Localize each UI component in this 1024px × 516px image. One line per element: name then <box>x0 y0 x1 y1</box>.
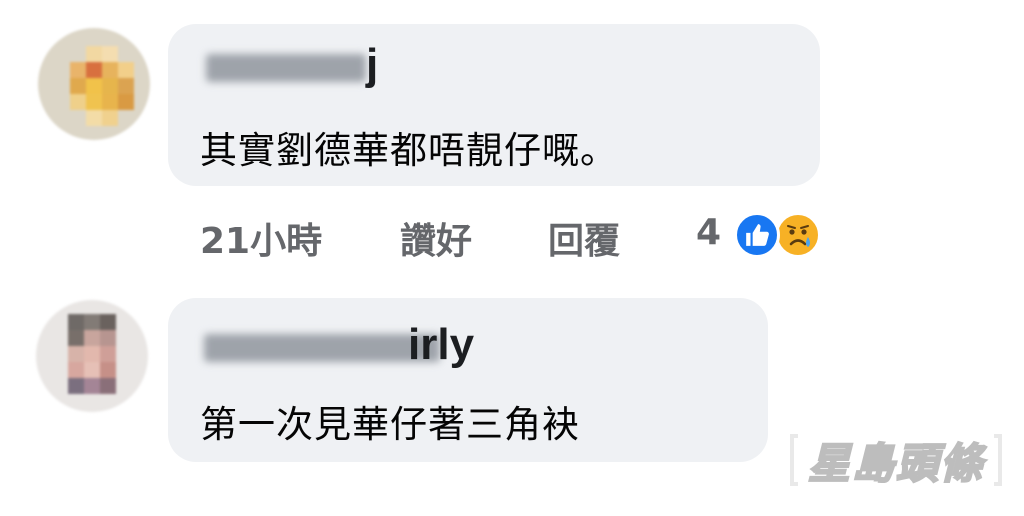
reaction-count[interactable]: 4 <box>696 212 721 253</box>
sad-face-icon <box>787 225 810 247</box>
like-button[interactable]: 讚好 <box>400 212 472 264</box>
comment-text: 第一次見華仔著三角袂 <box>200 403 580 446</box>
author-name[interactable]: irly <box>408 320 474 370</box>
watermark-bracket-right <box>994 434 1002 486</box>
reply-button[interactable]: 回覆 <box>548 212 620 264</box>
news-watermark: 星島頭條 <box>790 432 1002 489</box>
author-name[interactable]: j <box>366 40 378 90</box>
thumbs-up-icon <box>746 224 769 246</box>
avatar[interactable] <box>36 300 148 412</box>
avatar[interactable] <box>38 28 150 140</box>
watermark-bracket-left <box>790 434 798 486</box>
comment-bubble: j 其實劉德華都唔靚仔嘅。 <box>168 24 820 186</box>
comment-text: 其實劉德華都唔靚仔嘅。 <box>200 129 618 172</box>
watermark-text: 星島頭條 <box>807 438 984 489</box>
comment-meta-row: 21小時 讚好 回覆 4 <box>0 208 1024 264</box>
sad-icon[interactable] <box>775 212 821 258</box>
comment-time[interactable]: 21小時 <box>200 212 322 264</box>
author-name-redacted <box>204 334 440 362</box>
comment-bubble: irly 第一次見華仔著三角袂 <box>168 298 768 462</box>
author-name-redacted <box>206 54 366 82</box>
like-icon[interactable] <box>734 212 780 258</box>
